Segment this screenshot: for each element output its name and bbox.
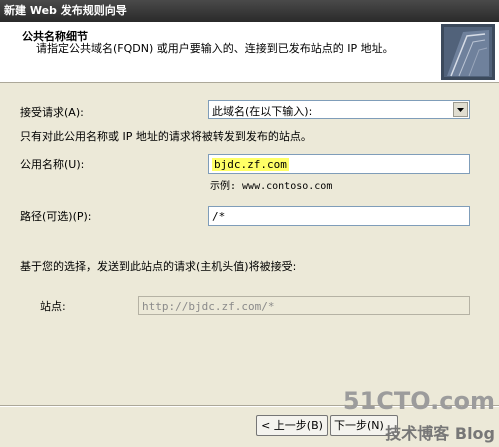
watermark-line2: 技术博客 Blog [385,424,495,443]
site-value: http://bjdc.zf.com/* [142,300,275,313]
site-field: http://bjdc.zf.com/* [138,296,470,315]
forward-info-text: 只有对此公用名称或 IP 地址的请求将被转发到发布的站点。 [20,130,312,143]
wizard-header-icon [441,24,495,80]
public-name-label: 公用名称(U): [20,158,85,171]
wizard-header: 公共名称细节 请指定公共域名(FQDN) 或用户要输入的、连接到已发布站点的 I… [0,22,499,83]
back-button[interactable]: < 上一步(B) [256,415,328,436]
public-name-example: 示例: www.contoso.com [210,181,333,192]
footer-divider [0,405,499,407]
path-value: /* [212,210,226,223]
accept-request-value: 此域名(在以下输入): [212,105,313,118]
site-label: 站点: [40,300,66,313]
page-description: 请指定公共域名(FQDN) 或用户要输入的、连接到已发布站点的 IP 地址。 [36,42,394,55]
accept-request-label: 接受请求(A): [20,106,84,119]
watermark-line1: 51CTO.com [342,387,495,415]
accepted-requests-text: 基于您的选择，发送到此站点的请求(主机头值)将被接受: [20,260,297,273]
public-name-value: bjdc.zf.com [212,158,289,171]
window-title-bar: 新建 Web 发布规则向导 [0,0,499,22]
window-title: 新建 Web 发布规则向导 [4,4,127,17]
next-button[interactable]: 下一步(N) [330,415,398,436]
accept-request-dropdown[interactable]: 此域名(在以下输入): [208,100,470,119]
public-name-input[interactable]: bjdc.zf.com [208,154,470,174]
path-label: 路径(可选)(P): [20,210,92,223]
path-input[interactable]: /* [208,206,470,226]
chevron-down-icon[interactable] [453,102,468,117]
